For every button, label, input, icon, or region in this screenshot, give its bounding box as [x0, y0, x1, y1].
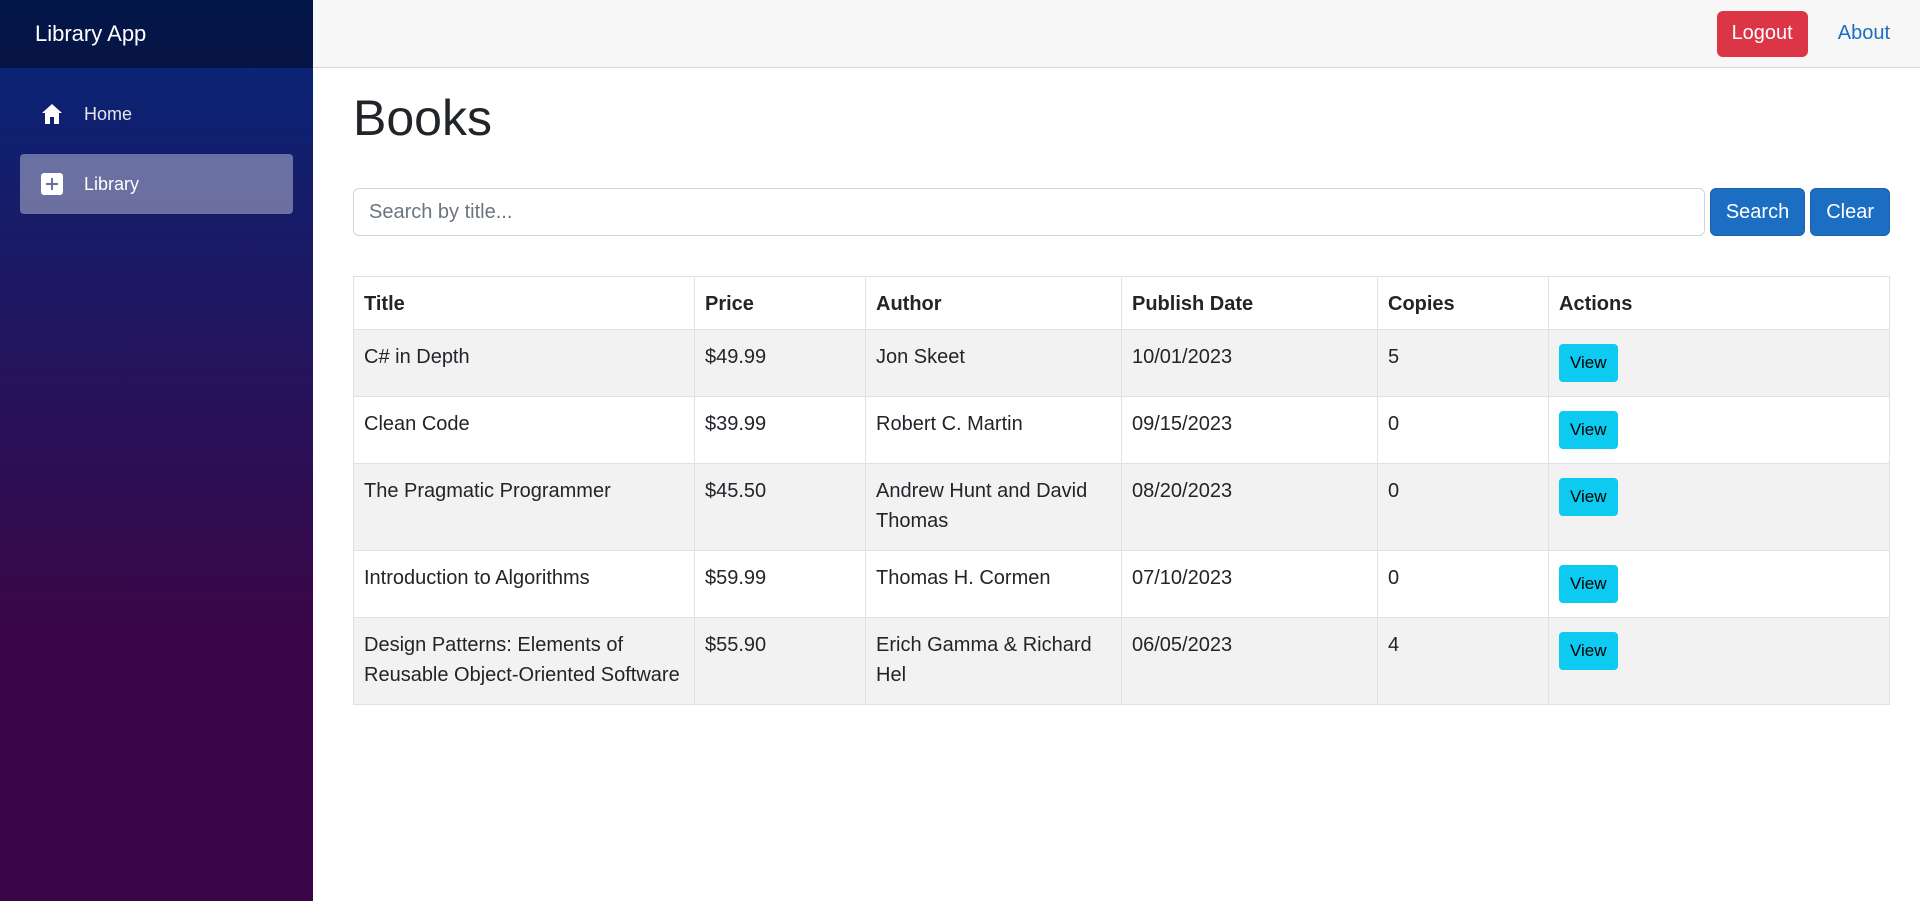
- sidebar-item-label: Home: [84, 103, 133, 124]
- search-bar: Search Clear: [353, 188, 1890, 236]
- cell-actions: View: [1548, 463, 1890, 551]
- column-header-copies: Copies: [1377, 276, 1549, 330]
- sidebar-item-library[interactable]: Library: [20, 154, 293, 214]
- cell-author: Jon Skeet: [865, 329, 1122, 397]
- search-input[interactable]: [353, 188, 1705, 236]
- view-button[interactable]: View: [1559, 344, 1618, 382]
- cell-title: Introduction to Algorithms: [353, 550, 695, 618]
- cell-author: Erich Gamma & Richard Hel: [865, 617, 1122, 705]
- sidebar: Library App Home Library: [0, 0, 313, 901]
- cell-author: Andrew Hunt and David Thomas: [865, 463, 1122, 551]
- table-row: The Pragmatic Programmer $45.50 Andrew H…: [353, 463, 1890, 551]
- column-header-actions: Actions: [1548, 276, 1890, 330]
- search-button[interactable]: Search: [1709, 188, 1806, 236]
- cell-author: Robert C. Martin: [865, 396, 1122, 464]
- column-header-title: Title: [353, 276, 695, 330]
- column-header-price: Price: [694, 276, 866, 330]
- table-row: Introduction to Algorithms $59.99 Thomas…: [353, 550, 1890, 618]
- cell-copies: 0: [1377, 396, 1549, 464]
- cell-price: $39.99: [694, 396, 866, 464]
- cell-title: Clean Code: [353, 396, 695, 464]
- cell-copies: 5: [1377, 329, 1549, 397]
- cell-title: C# in Depth: [353, 329, 695, 397]
- cell-publish-date: 08/20/2023: [1121, 463, 1378, 551]
- home-icon: [40, 102, 64, 126]
- cell-price: $49.99: [694, 329, 866, 397]
- plus-square-icon: [40, 172, 64, 196]
- cell-copies: 4: [1377, 617, 1549, 705]
- cell-copies: 0: [1377, 463, 1549, 551]
- view-button[interactable]: View: [1559, 478, 1618, 516]
- cell-actions: View: [1548, 550, 1890, 618]
- cell-actions: View: [1548, 329, 1890, 397]
- sidebar-item-home[interactable]: Home: [20, 84, 293, 144]
- logout-button[interactable]: Logout: [1716, 10, 1808, 57]
- table-row: C# in Depth $49.99 Jon Skeet 10/01/2023 …: [353, 329, 1890, 397]
- page-title: Books: [353, 90, 492, 146]
- cell-copies: 0: [1377, 550, 1549, 618]
- cell-price: $59.99: [694, 550, 866, 618]
- top-bar: Logout About: [313, 0, 1920, 68]
- table-header-row: Title Price Author Publish Date Copies A…: [353, 276, 1890, 330]
- brand-title[interactable]: Library App: [0, 0, 313, 68]
- cell-publish-date: 10/01/2023: [1121, 329, 1378, 397]
- cell-author: Thomas H. Cormen: [865, 550, 1122, 618]
- sidebar-nav: Home Library: [0, 68, 313, 214]
- cell-title: The Pragmatic Programmer: [353, 463, 695, 551]
- view-button[interactable]: View: [1559, 411, 1618, 449]
- cell-price: $45.50: [694, 463, 866, 551]
- cell-title: Design Patterns: Elements of Reusable Ob…: [353, 617, 695, 705]
- cell-actions: View: [1548, 617, 1890, 705]
- table-row: Clean Code $39.99 Robert C. Martin 09/15…: [353, 396, 1890, 464]
- sidebar-item-label: Library: [84, 173, 140, 194]
- books-table: Title Price Author Publish Date Copies A…: [353, 276, 1890, 705]
- main-content: Books Search Clear Title Price Author Pu…: [353, 68, 1890, 705]
- table-row: Design Patterns: Elements of Reusable Ob…: [353, 617, 1890, 705]
- column-header-publish-date: Publish Date: [1121, 276, 1378, 330]
- view-button[interactable]: View: [1559, 565, 1618, 603]
- column-header-author: Author: [865, 276, 1122, 330]
- view-button[interactable]: View: [1559, 632, 1618, 670]
- cell-price: $55.90: [694, 617, 866, 705]
- cell-publish-date: 06/05/2023: [1121, 617, 1378, 705]
- about-link[interactable]: About: [1838, 22, 1890, 45]
- cell-publish-date: 07/10/2023: [1121, 550, 1378, 618]
- cell-publish-date: 09/15/2023: [1121, 396, 1378, 464]
- cell-actions: View: [1548, 396, 1890, 464]
- clear-button[interactable]: Clear: [1810, 188, 1890, 236]
